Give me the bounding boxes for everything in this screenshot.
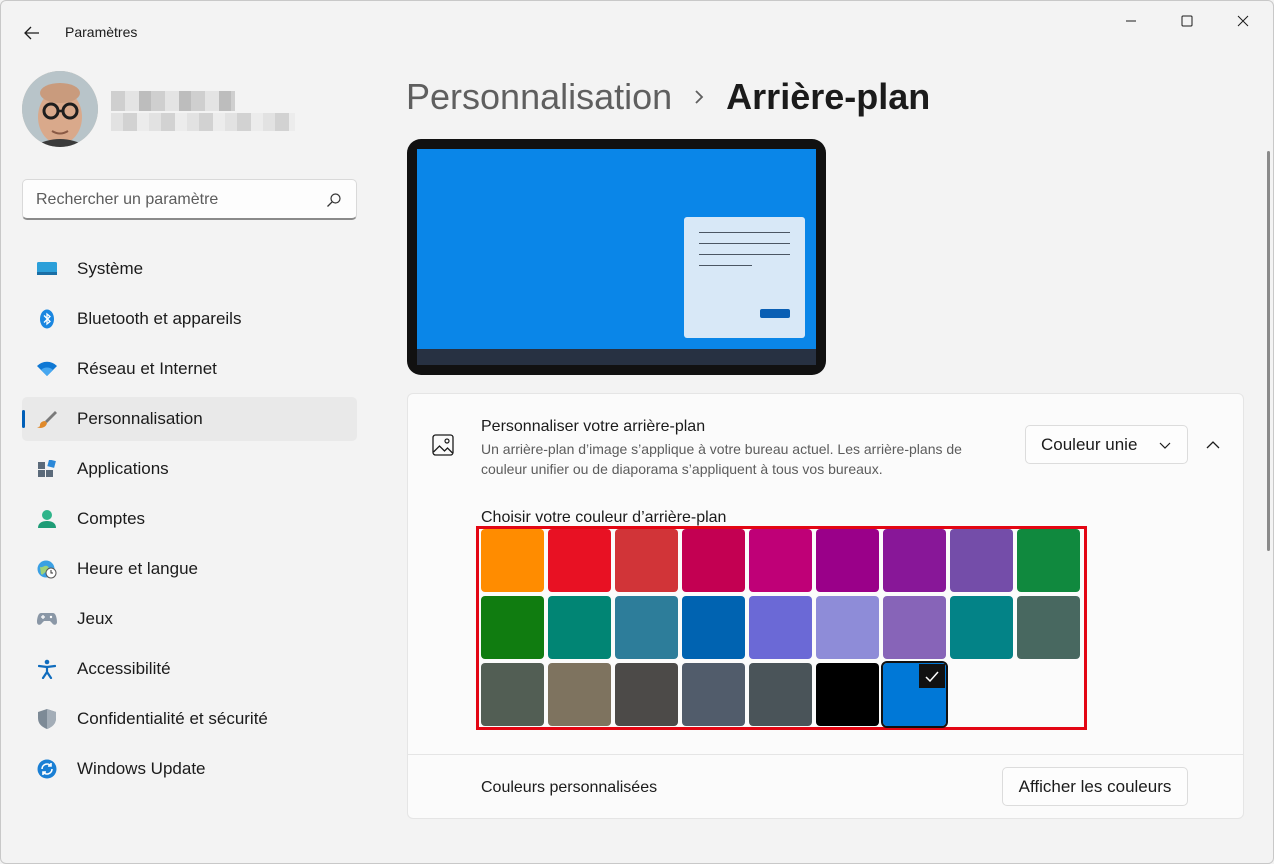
chevron-up-icon [1206, 440, 1220, 450]
color-swatch[interactable] [749, 663, 812, 726]
preview-text-line [699, 243, 790, 244]
preview-button [760, 309, 790, 318]
time-language-icon [37, 559, 57, 579]
color-swatch[interactable] [1017, 596, 1080, 659]
checkmark-icon [919, 664, 945, 688]
preview-text-line [699, 232, 790, 233]
color-swatch[interactable] [481, 529, 544, 592]
background-settings-card: Personnaliser votre arrière-plan Un arri… [407, 393, 1244, 494]
custom-colors-card: Couleurs personnalisées Afficher les cou… [407, 754, 1244, 819]
maximize-icon [1181, 15, 1193, 27]
color-swatch[interactable] [481, 663, 544, 726]
search-box[interactable] [22, 179, 357, 220]
color-swatch[interactable] [615, 596, 678, 659]
breadcrumb-parent[interactable]: Personnalisation [406, 76, 672, 118]
sidebar-item-personnalisation[interactable]: Personnalisation [22, 397, 357, 441]
wifi-icon [37, 359, 57, 379]
color-swatch[interactable] [950, 529, 1013, 592]
minimize-icon [1125, 15, 1137, 27]
color-swatch[interactable] [682, 529, 745, 592]
sidebar-item-confidentialite[interactable]: Confidentialité et sécurité [22, 697, 357, 741]
color-swatch[interactable] [481, 596, 544, 659]
search-icon[interactable] [326, 192, 342, 208]
background-card-description: Un arrière-plan d’image s’applique à vot… [481, 439, 1001, 479]
close-icon [1237, 15, 1249, 27]
color-swatch[interactable] [883, 663, 946, 726]
color-swatch[interactable] [548, 529, 611, 592]
maximize-button[interactable] [1159, 1, 1215, 41]
color-swatch[interactable] [682, 663, 745, 726]
sidebar-item-comptes[interactable]: Comptes [22, 497, 357, 541]
profile-photo-icon [22, 71, 98, 147]
color-swatch[interactable] [1017, 529, 1080, 592]
gamepad-icon [37, 609, 57, 629]
sidebar-item-windows-update[interactable]: Windows Update [22, 747, 357, 791]
color-picker-section: Choisir votre couleur d’arrière-plan [407, 493, 1244, 755]
color-swatch[interactable] [615, 529, 678, 592]
title-bar: Paramètres [1, 1, 1273, 63]
sidebar-item-reseau[interactable]: Réseau et Internet [22, 347, 357, 391]
minimize-button[interactable] [1103, 1, 1159, 41]
sidebar-nav: Système Bluetooth et appareils Réseau et… [22, 247, 357, 797]
account-icon [37, 509, 57, 529]
color-swatch[interactable] [950, 596, 1013, 659]
shield-icon [37, 709, 57, 729]
sidebar-item-applications[interactable]: Applications [22, 447, 357, 491]
color-swatch[interactable] [749, 596, 812, 659]
blurred-user-email [111, 113, 295, 131]
collapse-button[interactable] [1198, 430, 1228, 460]
background-type-dropdown[interactable]: Couleur unie [1025, 425, 1188, 464]
search-input[interactable] [36, 189, 316, 211]
color-swatch[interactable] [749, 529, 812, 592]
picture-icon [432, 434, 454, 456]
color-swatch[interactable] [548, 663, 611, 726]
sidebar-item-jeux[interactable]: Jeux [22, 597, 357, 641]
sidebar-item-heure-langue[interactable]: Heure et langue [22, 547, 357, 591]
color-swatch[interactable] [548, 596, 611, 659]
color-swatch[interactable] [883, 596, 946, 659]
bluetooth-icon [37, 309, 57, 329]
preview-taskbar [417, 349, 816, 365]
desktop-preview [407, 139, 826, 375]
blurred-user-name [111, 91, 235, 111]
color-swatch[interactable] [816, 663, 879, 726]
color-swatch[interactable] [682, 596, 745, 659]
chevron-down-icon [1159, 439, 1171, 451]
color-swatch[interactable] [615, 663, 678, 726]
sidebar-item-systeme[interactable]: Système [22, 247, 357, 291]
back-button[interactable] [15, 19, 49, 47]
preview-window [684, 217, 805, 338]
brush-icon [37, 409, 57, 429]
color-swatch[interactable] [883, 529, 946, 592]
show-colors-button[interactable]: Afficher les couleurs [1002, 767, 1188, 806]
page-title: Arrière-plan [726, 76, 930, 118]
sidebar-item-bluetooth[interactable]: Bluetooth et appareils [22, 297, 357, 341]
custom-colors-label: Couleurs personnalisées [481, 779, 657, 797]
app-title: Paramètres [65, 24, 137, 40]
preview-text-line [699, 265, 752, 266]
update-icon [37, 759, 57, 779]
chevron-right-icon [694, 89, 704, 105]
preview-screen [417, 149, 816, 365]
color-swatch[interactable] [816, 596, 879, 659]
preview-text-line [699, 254, 790, 255]
dropdown-selected-value: Couleur unie [1041, 435, 1137, 455]
breadcrumb: Personnalisation Arrière-plan [406, 75, 930, 119]
close-button[interactable] [1215, 1, 1271, 41]
settings-window: Paramètres [0, 0, 1274, 864]
apps-icon [37, 459, 57, 479]
sidebar-item-accessibilite[interactable]: Accessibilité [22, 647, 357, 691]
breadcrumb-separator [672, 89, 726, 105]
avatar[interactable] [22, 71, 98, 147]
color-swatch[interactable] [816, 529, 879, 592]
system-icon [37, 259, 57, 279]
back-arrow-icon [24, 26, 40, 40]
accessibility-icon [37, 659, 57, 679]
background-card-title: Personnaliser votre arrière-plan [481, 418, 705, 436]
choose-color-label: Choisir votre couleur d’arrière-plan [481, 509, 726, 527]
scrollbar[interactable] [1267, 151, 1270, 551]
